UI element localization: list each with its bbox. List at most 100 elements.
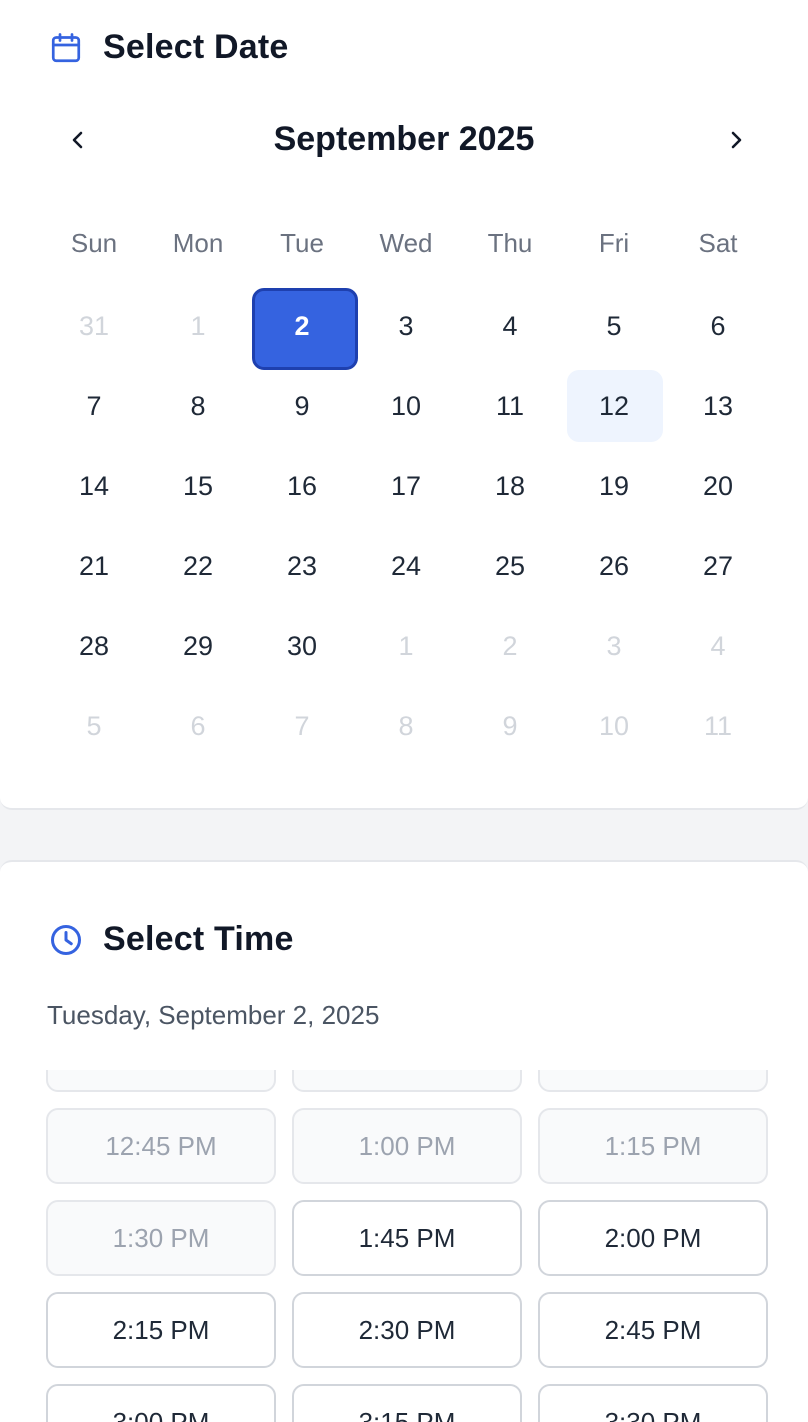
calendar-day[interactable]: 29 bbox=[146, 606, 250, 686]
calendar-day[interactable]: 7 bbox=[42, 366, 146, 446]
month-year-label: September 2025 bbox=[273, 120, 535, 158]
calendar-day[interactable]: 13 bbox=[666, 366, 770, 446]
date-section-title: Select Date bbox=[103, 28, 289, 66]
calendar-day-number: 23 bbox=[286, 550, 318, 581]
calendar-day[interactable]: 16 bbox=[250, 446, 354, 526]
weekday-label: Mon bbox=[172, 228, 224, 258]
calendar-day[interactable]: 18 bbox=[458, 446, 562, 526]
calendar-day-number: 30 bbox=[286, 630, 318, 661]
calendar-day-outside-month: 1 bbox=[354, 606, 458, 686]
calendar-day-number: 3 bbox=[606, 630, 622, 661]
time-slot-unavailable bbox=[46, 1070, 276, 1092]
time-slot-unavailable bbox=[538, 1070, 768, 1092]
calendar-day[interactable]: 11 bbox=[458, 366, 562, 446]
calendar-day-number: 22 bbox=[182, 550, 214, 581]
calendar-day-number: 3 bbox=[398, 310, 414, 341]
calendar-day-number: 28 bbox=[78, 630, 110, 661]
calendar-day[interactable]: 8 bbox=[146, 366, 250, 446]
calendar-day-number: 31 bbox=[78, 310, 110, 341]
calendar-day[interactable]: 24 bbox=[354, 526, 458, 606]
calendar-day[interactable]: 20 bbox=[666, 446, 770, 526]
calendar-day-selected[interactable]: 2 bbox=[250, 286, 358, 370]
calendar-day-number: 11 bbox=[495, 390, 525, 421]
calendar-day[interactable]: 14 bbox=[42, 446, 146, 526]
calendar-day[interactable]: 22 bbox=[146, 526, 250, 606]
calendar-day-number: 4 bbox=[502, 310, 518, 341]
calendar-day-outside-month: 4 bbox=[666, 606, 770, 686]
calendar-day-outside-month: 7 bbox=[250, 686, 354, 766]
time-slot-button[interactable]: 2:15 PM bbox=[46, 1292, 276, 1368]
calendar-day-number: 26 bbox=[598, 550, 630, 581]
calendar-day-number: 2 bbox=[294, 310, 310, 341]
calendar-day-number: 13 bbox=[702, 390, 734, 421]
calendar-day-outside-month: 5 bbox=[42, 686, 146, 766]
time-slots-grid: 12:45 PM 1:00 PM 1:15 PM 1:30 PM 1:45 PM 2:00… bbox=[46, 1070, 768, 1422]
calendar-day[interactable]: 17 bbox=[354, 446, 458, 526]
calendar-day[interactable]: 23 bbox=[250, 526, 354, 606]
calendar-day[interactable]: 26 bbox=[562, 526, 666, 606]
time-slot-button[interactable]: 1:45 PM bbox=[292, 1200, 522, 1276]
time-slot-button[interactable]: 3:30 PM bbox=[538, 1384, 768, 1422]
calendar-day-number: 8 bbox=[398, 710, 414, 741]
calendar-day-number: 17 bbox=[390, 470, 422, 501]
time-slot-unavailable bbox=[292, 1070, 522, 1092]
calendar-day-number: 7 bbox=[294, 710, 310, 741]
calendar-day-outside-month: 11 bbox=[666, 686, 770, 766]
calendar-day[interactable]: 27 bbox=[666, 526, 770, 606]
calendar-day-number: 15 bbox=[182, 470, 214, 501]
date-section-header: Select Date bbox=[48, 28, 289, 67]
time-slot-unavailable: 12:45 PM bbox=[46, 1108, 276, 1184]
calendar-day[interactable]: 28 bbox=[42, 606, 146, 686]
calendar-day-number: 4 bbox=[710, 630, 726, 661]
calendar-day-number: 9 bbox=[294, 390, 310, 421]
weekday-label: Fri bbox=[598, 228, 630, 258]
calendar-day-outside-month: 8 bbox=[354, 686, 458, 766]
calendar-day-number: 11 bbox=[703, 710, 733, 741]
calendar-day-number: 5 bbox=[606, 310, 622, 341]
calendar-day-number: 16 bbox=[286, 470, 318, 501]
calendar-day[interactable]: 21 bbox=[42, 526, 146, 606]
calendar-day-number: 18 bbox=[494, 470, 526, 501]
weekday-label: Sat bbox=[698, 228, 738, 258]
weekday-label: Thu bbox=[487, 228, 533, 258]
calendar-day[interactable]: 3 bbox=[354, 286, 458, 366]
calendar-day-number: 9 bbox=[502, 710, 518, 741]
clock-icon bbox=[48, 922, 84, 958]
calendar-day-number: 19 bbox=[598, 470, 630, 501]
calendar-day-number: 7 bbox=[86, 390, 102, 421]
calendar-day-number: 1 bbox=[190, 310, 206, 341]
calendar-day-number: 14 bbox=[78, 470, 110, 501]
time-slot-unavailable: 1:00 PM bbox=[292, 1108, 522, 1184]
time-slot-button[interactable]: 3:15 PM bbox=[292, 1384, 522, 1422]
time-slot-button[interactable]: 3:00 PM bbox=[46, 1384, 276, 1422]
time-slot-button[interactable]: 2:45 PM bbox=[538, 1292, 768, 1368]
time-slot-unavailable: 1:15 PM bbox=[538, 1108, 768, 1184]
calendar-day[interactable]: 5 bbox=[562, 286, 666, 366]
calendar-day-outside-month: 9 bbox=[458, 686, 562, 766]
time-section-title: Select Time bbox=[103, 920, 294, 958]
time-slots-scroll-area[interactable]: 12:45 PM 1:00 PM 1:15 PM 1:30 PM 1:45 PM 2:00… bbox=[46, 1070, 768, 1422]
calendar-day-number: 24 bbox=[390, 550, 422, 581]
calendar-day[interactable]: 9 bbox=[250, 366, 354, 446]
time-section-header: Select Time bbox=[48, 920, 294, 959]
weekday-label: Tue bbox=[280, 228, 324, 258]
calendar-day-today[interactable]: 12 bbox=[562, 366, 666, 446]
calendar-day-number: 2 bbox=[502, 630, 518, 661]
time-slot-button[interactable]: 2:30 PM bbox=[292, 1292, 522, 1368]
calendar-day[interactable]: 25 bbox=[458, 526, 562, 606]
calendar-day-number: 29 bbox=[182, 630, 214, 661]
calendar-day-number: 21 bbox=[78, 550, 110, 581]
calendar-day-outside-month: 3 bbox=[562, 606, 666, 686]
calendar-day-outside-month: 6 bbox=[146, 686, 250, 766]
calendar-day[interactable]: 4 bbox=[458, 286, 562, 366]
calendar-day[interactable]: 6 bbox=[666, 286, 770, 366]
calendar-day-number: 25 bbox=[494, 550, 526, 581]
weekday-header-row: Sun Mon Tue Wed Thu Fri Sat bbox=[42, 228, 770, 259]
calendar-icon bbox=[48, 30, 84, 66]
calendar-day[interactable]: 30 bbox=[250, 606, 354, 686]
time-slot-button[interactable]: 2:00 PM bbox=[538, 1200, 768, 1276]
calendar-day[interactable]: 15 bbox=[146, 446, 250, 526]
calendar-day[interactable]: 10 bbox=[354, 366, 458, 446]
calendar-day[interactable]: 19 bbox=[562, 446, 666, 526]
next-month-button[interactable] bbox=[712, 118, 760, 166]
